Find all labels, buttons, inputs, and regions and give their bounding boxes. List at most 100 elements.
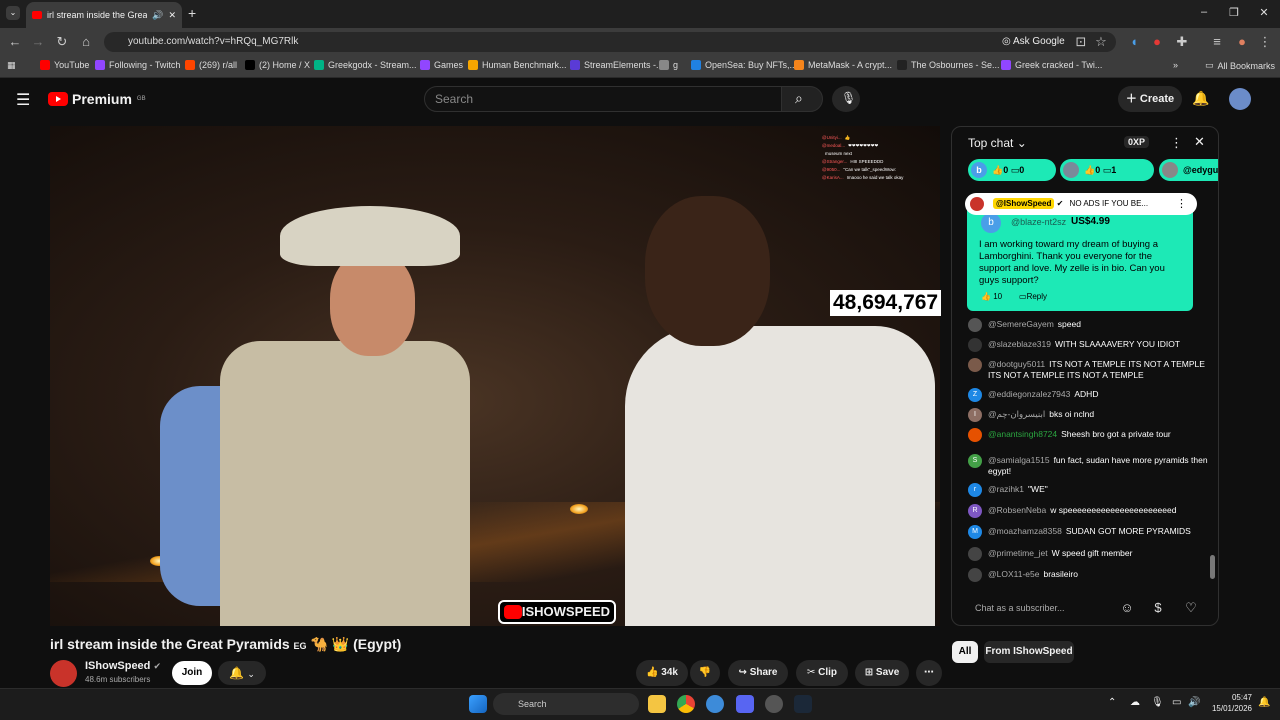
heart-icon[interactable]: ♡ (1181, 598, 1201, 618)
profile-avatar-icon[interactable]: ● (1233, 33, 1251, 51)
chat-message[interactable]: r @razihk1 "WE" (968, 483, 1208, 497)
extension-icon[interactable]: ◖ (1125, 33, 1143, 51)
close-window-button[interactable]: ✕ (1254, 6, 1274, 19)
bookmark-item[interactable]: StreamElements -... (570, 60, 664, 70)
save-button[interactable]: ⊞ Save (855, 660, 909, 686)
dislike-button[interactable]: 👎 (690, 660, 720, 686)
video-player[interactable] (50, 126, 940, 626)
audio-icon[interactable]: 🔊 (152, 10, 163, 21)
chat-avatar[interactable]: S (968, 454, 982, 468)
chrome-icon[interactable] (677, 695, 695, 713)
chat-message[interactable]: S @samialga1515 fun fact, sudan have more … (968, 454, 1208, 477)
reload-icon[interactable]: ↻ (53, 33, 71, 51)
system-clock[interactable]: 05:47 15/01/2026 (1208, 692, 1252, 714)
taskbar-search[interactable]: Search (493, 693, 639, 715)
bookmark-item[interactable]: Greek cracked - Twi... (1001, 60, 1102, 70)
volume-icon[interactable]: 🔊 (1188, 697, 1200, 708)
create-button[interactable]: ＋ Create (1118, 86, 1182, 112)
chat-avatar[interactable] (968, 568, 982, 582)
bookmark-star-icon[interactable]: ☆ (1092, 33, 1110, 51)
install-icon[interactable]: ⊡ (1072, 33, 1090, 51)
steam-icon[interactable] (794, 695, 812, 713)
extensions-puzzle-icon[interactable]: ✚ (1173, 33, 1191, 51)
maximize-button[interactable]: ❐ (1224, 6, 1244, 19)
tab-list-button[interactable]: ⌄ (6, 6, 20, 20)
chat-scrollbar[interactable] (1210, 189, 1215, 584)
chat-avatar[interactable] (968, 318, 982, 332)
search-input[interactable]: Search (424, 86, 782, 112)
bookmark-item[interactable]: Human Benchmark... (468, 60, 567, 70)
guide-menu-icon[interactable]: ☰ (16, 90, 30, 110)
chat-close-icon[interactable]: ✕ (1194, 134, 1205, 150)
chat-avatar[interactable]: Z (968, 388, 982, 402)
bookmark-item[interactable]: (2) Home / X (245, 60, 310, 70)
discord-icon[interactable] (736, 695, 754, 713)
new-tab-button[interactable]: + (188, 5, 196, 21)
filter-chip-all[interactable]: All (952, 641, 978, 663)
chat-author[interactable]: @slazeblaze319 (988, 339, 1051, 349)
chat-avatar[interactable]: M (968, 525, 982, 539)
account-avatar[interactable] (1229, 88, 1251, 110)
mic-tray-icon[interactable]: 🎙 (1151, 697, 1164, 708)
bookmark-item[interactable]: The Osbournes - Se... (897, 60, 1000, 70)
chat-more-icon[interactable]: ⋮ (1170, 135, 1183, 151)
super-chat-ticker[interactable]: @edyguo (1159, 159, 1218, 181)
bookmark-item[interactable]: (269) r/all (185, 60, 237, 70)
chat-avatar[interactable] (968, 358, 982, 372)
minimize-button[interactable]: – (1194, 6, 1214, 18)
chat-message[interactable]: R @RobsenNeba w speeeeeeeeeeeeeeeeeeeeeed (968, 504, 1208, 518)
apps-grid-icon[interactable]: ▦ (7, 60, 16, 71)
chat-author[interactable]: @ابنیسروان-چم (988, 409, 1045, 419)
emoji-icon[interactable]: ☺ (1117, 598, 1137, 618)
super-chat-icon[interactable]: $ (1148, 598, 1168, 618)
chat-message[interactable]: @slazeblaze319 WITH SLAAAAVERY YOU IDIOT (968, 338, 1208, 352)
bookmark-item[interactable]: Greekgodx - Stream... (314, 60, 417, 70)
chat-avatar[interactable]: R (968, 504, 982, 518)
extension-red-icon[interactable]: ● (1148, 33, 1166, 51)
voice-search-button[interactable]: 🎙 (832, 86, 860, 112)
home-icon[interactable]: ⌂ (77, 33, 95, 51)
xp-badge[interactable]: 0XP (1124, 136, 1150, 148)
bookmark-item[interactable]: Following - Twitch (95, 60, 180, 70)
tray-overflow-icon[interactable]: ⌃ (1108, 697, 1116, 708)
chat-message[interactable]: @SemereGayem speed (968, 318, 1208, 332)
media-controls-icon[interactable]: ≡ (1208, 33, 1226, 51)
chat-avatar[interactable] (968, 428, 982, 442)
chat-message[interactable]: @anantsingh8724 Sheesh bro got a private … (968, 428, 1208, 442)
chat-author[interactable]: @anantsingh8724 (988, 429, 1057, 439)
forward-icon[interactable]: → (29, 33, 47, 51)
super-chat-ticker[interactable]: b 👍0 ▭0 (968, 159, 1056, 181)
chat-message[interactable]: @dootguy5011 ITS NOT A TEMPLE ITS NOT A T… (968, 358, 1208, 381)
chat-message[interactable]: I @ابنیسروان-چم bks oi nclnd (968, 408, 1208, 422)
address-bar[interactable]: youtube.com/watch?v=hRQq_MG7Rlk (104, 32, 1116, 52)
chat-author[interactable]: @razihk1 (988, 484, 1024, 494)
chat-author[interactable]: @moazhamza8358 (988, 526, 1062, 536)
channel-avatar[interactable] (50, 660, 77, 687)
bookmark-item[interactable]: MetaMask - A crypt... (794, 60, 892, 70)
chat-message[interactable]: M @moazhamza8358 SUDAN GOT MORE PYRAMIDS (968, 525, 1208, 539)
chat-avatar[interactable]: r (968, 483, 982, 497)
chat-author[interactable]: @SemereGayem (988, 319, 1054, 329)
chat-message[interactable]: Z @eddiegonzalez7943 ADHD (968, 388, 1208, 402)
chat-author[interactable]: @primetime_jet (988, 548, 1048, 558)
ccleaner-icon[interactable] (706, 695, 724, 713)
youtube-premium-logo[interactable]: Premium GB (48, 91, 146, 107)
bookmark-item[interactable]: OpenSea: Buy NFTs,... (691, 60, 797, 70)
subscription-bell-button[interactable]: 🔔 ⌄ (218, 661, 266, 685)
chat-author[interactable]: @eddiegonzalez7943 (988, 389, 1070, 399)
chat-message[interactable]: @LOX11-e5e brasileiro (968, 568, 1208, 582)
back-icon[interactable]: ← (6, 33, 24, 51)
pinned-message-banner[interactable]: @IShowSpeed ✔ NO ADS IF YOU BE... ⋮ (965, 193, 1197, 215)
chat-author[interactable]: @samialga1515 (988, 455, 1050, 465)
notifications-bell-icon[interactable]: 🔔 (1192, 90, 1209, 107)
superchat-like-button[interactable]: 👍 10 (981, 292, 1002, 301)
all-bookmarks-button[interactable]: ▭ All Bookmarks (1205, 60, 1275, 71)
pinned-more-icon[interactable]: ⋮ (1176, 193, 1187, 215)
chat-author[interactable]: @dootguy5011 (988, 359, 1045, 369)
chat-avatar[interactable] (968, 547, 982, 561)
app-icon[interactable] (765, 695, 783, 713)
share-button[interactable]: ↪ Share (728, 660, 788, 686)
super-chat-ticker[interactable]: 👍0 ▭1 (1060, 159, 1154, 181)
bookmark-item[interactable]: g (659, 60, 678, 70)
bookmark-item[interactable]: Games (420, 60, 463, 70)
